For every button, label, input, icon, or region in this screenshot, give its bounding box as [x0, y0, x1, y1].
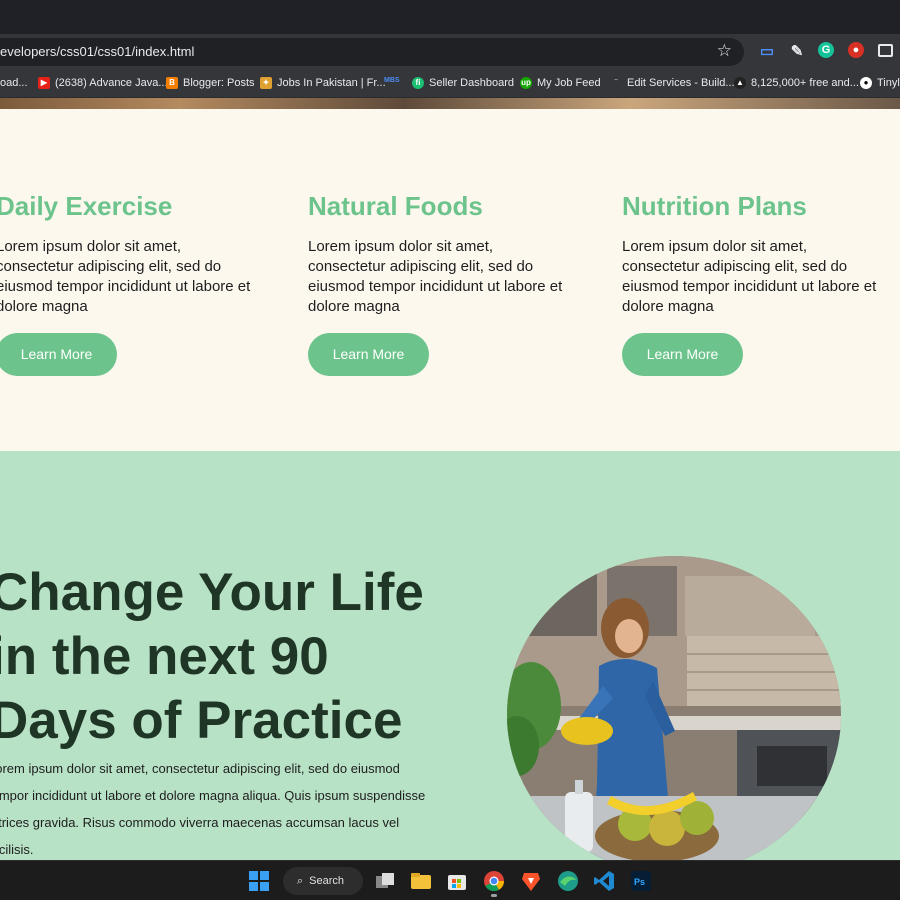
svg-text:Ps: Ps — [634, 877, 645, 887]
bookmark-item[interactable]: ✦ Jobs In Pakistan | Fr... — [260, 77, 386, 89]
feature-title: Natural Foods — [308, 191, 483, 221]
feature-title: Daily Exercise — [0, 191, 173, 221]
chrome-icon[interactable] — [483, 870, 505, 892]
bookmark-item[interactable]: fi Seller Dashboard — [412, 77, 514, 89]
bookmark-item[interactable]: oad... — [0, 77, 28, 89]
bookmark-item[interactable]: ▶ (2638) Advance Java... — [38, 77, 168, 89]
blogger-icon: B — [166, 77, 178, 89]
brave-icon[interactable] — [520, 870, 542, 892]
url-text[interactable]: evelopers/css01/css01/index.html — [0, 44, 194, 59]
learn-more-button[interactable]: Learn More — [308, 333, 429, 376]
file-explorer-icon[interactable] — [410, 870, 432, 892]
taskbar-search[interactable]: ⌕ Search — [283, 867, 363, 895]
task-view-icon[interactable] — [374, 870, 396, 892]
hero-text: Lorem ipsum dolor sit amet, consectetur … — [0, 761, 426, 857]
site-icon: ▲ — [734, 77, 746, 89]
bookmark-item[interactable]: ● Tinyl — [860, 77, 900, 89]
bookmark-item[interactable]: ˜ Edit Services - Build... — [610, 77, 735, 89]
bookmark-item[interactable]: B Blogger: Posts — [166, 77, 255, 89]
bookmark-star-icon[interactable]: ☆ — [717, 41, 732, 61]
bookmark-label: My Job Feed — [537, 77, 601, 89]
search-icon: ⌕ — [297, 874, 304, 887]
learn-more-button[interactable]: Learn More — [622, 333, 743, 376]
store-icon[interactable] — [446, 870, 468, 892]
photoshop-icon[interactable]: Ps — [630, 870, 652, 892]
hero-section: Change Your Life in the next 90 Days of … — [0, 451, 900, 860]
windows-start-icon[interactable] — [248, 870, 270, 892]
bookmarks-bar: oad... ▶ (2638) Advance Java... B Blogge… — [0, 72, 900, 98]
bookmark-label: MBS — [384, 77, 400, 84]
edge-icon[interactable] — [557, 870, 579, 892]
hero-kitchen-image — [507, 556, 841, 860]
grammarly-extension-icon[interactable]: G — [818, 42, 834, 58]
feature-card: Daily Exercise Lorem ipsum dolor sit ame… — [0, 189, 256, 376]
bookmark-label: oad... — [0, 77, 28, 89]
feature-card: Nutrition Plans Lorem ipsum dolor sit am… — [622, 189, 882, 376]
edit-icon: ˜ — [610, 77, 622, 89]
active-app-indicator — [491, 894, 497, 897]
bookmark-item[interactable]: MBS — [384, 77, 400, 84]
learn-more-button[interactable]: Learn More — [0, 333, 117, 376]
address-bar[interactable]: evelopers/css01/css01/index.html ☆ — [0, 38, 744, 66]
upwork-icon: up — [520, 77, 532, 89]
bookmark-label: 8,125,000+ free and... — [751, 77, 859, 89]
windows-taskbar: ⌕ Search Ps — [0, 860, 900, 900]
kitchen-photo-illustration — [507, 556, 841, 860]
jobs-icon: ✦ — [260, 77, 272, 89]
extension-icon[interactable]: ● — [848, 42, 864, 58]
eyedropper-icon[interactable]: ✎ — [788, 42, 806, 60]
bookmark-label: Tinyl — [877, 77, 900, 89]
cast-icon[interactable]: ▭ — [758, 42, 776, 60]
features-section: Daily Exercise Lorem ipsum dolor sit ame… — [0, 109, 900, 451]
panda-icon: ● — [860, 77, 872, 89]
browser-tab-strip — [0, 0, 900, 34]
bookmark-label: Jobs In Pakistan | Fr... — [277, 77, 386, 89]
header-photo-edge — [0, 98, 900, 109]
feature-text: Lorem ipsum dolor sit amet, consectetur … — [0, 238, 251, 315]
bookmark-label: Blogger: Posts — [183, 77, 255, 89]
feature-text: Lorem ipsum dolor sit amet, consectetur … — [308, 238, 563, 315]
bookmark-label: (2638) Advance Java... — [55, 77, 168, 89]
youtube-icon: ▶ — [38, 77, 50, 89]
fiverr-icon: fi — [412, 77, 424, 89]
taskbar-search-label: Search — [309, 875, 345, 887]
feature-card: Natural Foods Lorem ipsum dolor sit amet… — [308, 189, 568, 376]
window-icon[interactable] — [878, 44, 893, 57]
bookmark-label: Seller Dashboard — [429, 77, 514, 89]
bookmark-label: Edit Services - Build... — [627, 77, 735, 89]
hero-heading: Change Your Life in the next 90 Days of … — [0, 563, 424, 750]
feature-text: Lorem ipsum dolor sit amet, consectetur … — [622, 238, 877, 315]
bookmark-item[interactable]: ▲ 8,125,000+ free and... — [734, 77, 859, 89]
feature-title: Nutrition Plans — [622, 191, 807, 221]
bookmark-item[interactable]: up My Job Feed — [520, 77, 601, 89]
vscode-icon[interactable] — [593, 870, 615, 892]
browser-toolbar: evelopers/css01/css01/index.html ☆ ▭ ✎ G… — [0, 34, 900, 72]
